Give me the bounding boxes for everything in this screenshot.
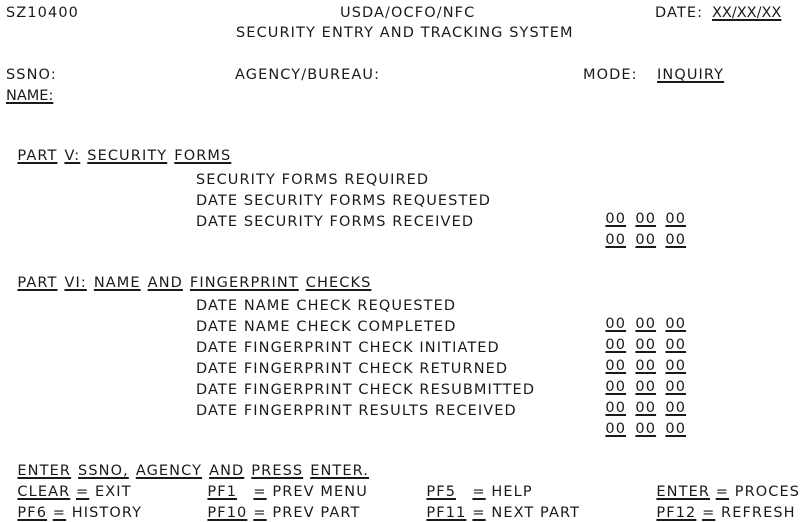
row-label: DATE SECURITY FORMS REQUESTED bbox=[196, 193, 491, 209]
heading-word: NAME bbox=[93, 275, 141, 291]
ssno-label: SSNO: bbox=[6, 67, 57, 83]
row-label: DATE NAME CHECK COMPLETED bbox=[196, 319, 457, 335]
equals-sign: = bbox=[253, 505, 267, 521]
row-label: DATE SECURITY FORMS RECEIVED bbox=[196, 214, 475, 230]
name-label: NAME: bbox=[6, 88, 54, 104]
date-year[interactable]: 00 bbox=[665, 231, 695, 249]
message-word: AGENCY bbox=[135, 463, 203, 479]
equals-sign: = bbox=[472, 505, 486, 521]
date-month[interactable]: 00 bbox=[605, 231, 635, 249]
date-day[interactable]: 00 bbox=[635, 420, 665, 438]
key-action: NEXT PART bbox=[491, 505, 581, 521]
key-name: PF12 bbox=[656, 505, 697, 521]
date-field-fingerprint-results-received[interactable]: 00 00 00 bbox=[594, 402, 695, 438]
date-value: XX/XX/XX bbox=[712, 5, 782, 21]
agency-bureau-label: AGENCY/BUREAU: bbox=[235, 67, 381, 83]
row-label: DATE FINGERPRINT RESULTS RECEIVED bbox=[196, 403, 517, 419]
key-name: PF11 bbox=[426, 505, 467, 521]
key-action: PREV PART bbox=[272, 505, 361, 521]
key-action: REFRESH bbox=[721, 505, 796, 521]
heading-word: PART bbox=[17, 275, 58, 291]
system-title: SECURITY ENTRY AND TRACKING SYSTEM bbox=[236, 25, 574, 41]
row-label: SECURITY FORMS REQUIRED bbox=[196, 172, 430, 188]
part6-heading: PART VI: NAME AND FINGERPRINT CHECKS bbox=[6, 256, 378, 292]
date-month[interactable]: 00 bbox=[605, 420, 635, 438]
org-name: USDA/OCFO/NFC bbox=[340, 5, 476, 21]
equals-sign: = bbox=[52, 505, 67, 521]
date-day[interactable]: 00 bbox=[635, 231, 665, 249]
date-field-security-forms-received[interactable]: 00 00 00 bbox=[594, 213, 695, 249]
fkey-pf6[interactable]: PF6 = HISTORY bbox=[6, 486, 142, 522]
row-label: DATE FINGERPRINT CHECK RESUBMITTED bbox=[196, 382, 536, 398]
date-year[interactable]: 00 bbox=[665, 420, 695, 438]
mode-value: INQUIRY bbox=[657, 67, 725, 83]
date-label: DATE: bbox=[655, 5, 704, 21]
row-label: DATE FINGERPRINT CHECK RETURNED bbox=[196, 361, 509, 377]
key-name: PF10 bbox=[207, 505, 248, 521]
heading-word: VI: bbox=[64, 275, 87, 291]
heading-word: CHECKS bbox=[305, 275, 372, 291]
row-label: DATE FINGERPRINT CHECK INITIATED bbox=[196, 340, 500, 356]
mode-label: MODE: bbox=[583, 67, 638, 83]
screen-id: SZ10400 bbox=[6, 5, 79, 21]
heading-word: V: bbox=[64, 148, 81, 164]
key-action: HISTORY bbox=[71, 505, 143, 521]
heading-word: AND bbox=[147, 275, 183, 291]
key-name: PF6 bbox=[17, 505, 48, 521]
heading-word: FINGERPRINT bbox=[189, 275, 299, 291]
part5-heading: PART V: SECURITY FORMS bbox=[6, 129, 238, 165]
heading-word: SECURITY bbox=[87, 148, 168, 164]
equals-sign: = bbox=[702, 505, 716, 521]
fkey-pf10[interactable]: PF10 = PREV PART bbox=[196, 486, 360, 522]
row-label: DATE NAME CHECK REQUESTED bbox=[196, 298, 457, 314]
fkey-pf11[interactable]: PF11 = NEXT PART bbox=[415, 486, 580, 522]
fkey-pf12[interactable]: PF12 = REFRESH bbox=[645, 486, 796, 522]
heading-word: FORMS bbox=[174, 148, 232, 164]
heading-word: PART bbox=[17, 148, 58, 164]
